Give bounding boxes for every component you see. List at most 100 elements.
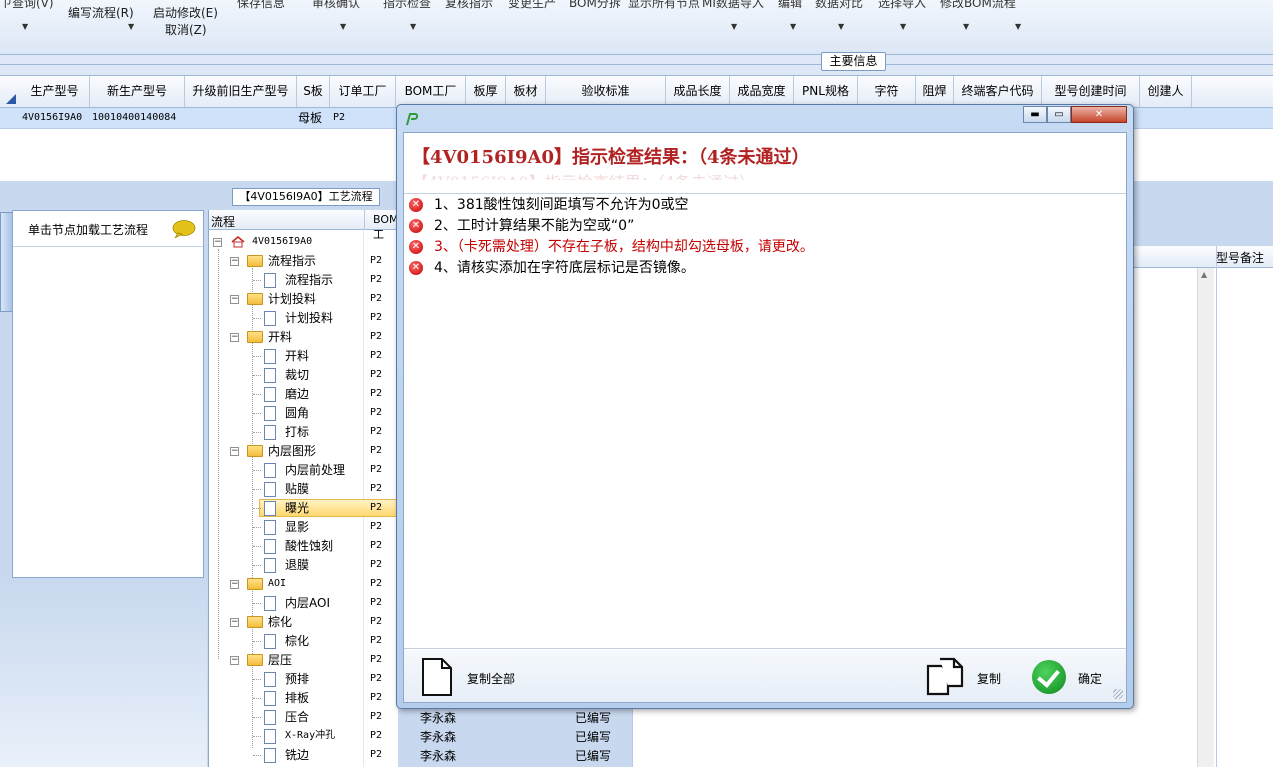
tree-node-label[interactable]: 开料 — [285, 347, 309, 365]
tree-node-label[interactable]: X-Ray冲孔 — [285, 727, 335, 745]
message-list[interactable]: ✕ 1、381酸性蚀刻间距填写不允许为0或空 ✕ 2、工时计算结果不能为空或“0… — [404, 193, 1126, 649]
error-icon: ✕ — [409, 219, 423, 233]
tree-connector — [253, 356, 261, 357]
tree-node-label[interactable]: 退膜 — [285, 556, 309, 574]
document-icon — [264, 311, 276, 326]
tree-node-label[interactable]: 棕化 — [268, 613, 292, 631]
col-header-created-time[interactable]: 型号创建时间 — [1042, 76, 1140, 107]
tree-node-label[interactable]: 贴膜 — [285, 480, 309, 498]
tree-node-label[interactable]: 酸性蚀刻 — [285, 537, 333, 555]
col-header-char[interactable]: 字符 — [858, 76, 916, 107]
window-controls: ▬ ▭ ✕ — [1023, 106, 1127, 123]
tree-node-label[interactable]: 曝光 — [285, 499, 309, 517]
tree-node-label[interactable]: 内层AOI — [285, 594, 330, 612]
confirm-button[interactable]: 确定 — [1078, 670, 1102, 687]
col-header-creator[interactable]: 创建人 — [1140, 76, 1192, 107]
tree-node-label[interactable]: 流程指示 — [285, 271, 333, 289]
document-icon — [264, 729, 276, 744]
tree-node-bom-value: P2 — [370, 673, 383, 684]
scroll-up-icon[interactable]: ▲ — [1201, 270, 1207, 279]
document-icon — [264, 710, 276, 725]
dialog-title-reflection: 【4V0156I9A0】指示检查结果：（4条未通过） — [412, 169, 755, 180]
col-header-s-board[interactable]: S板 — [297, 76, 330, 107]
tree-connector — [253, 470, 261, 471]
collapse-toggle[interactable]: − — [213, 238, 222, 247]
tree-node-label[interactable]: AOI — [268, 575, 286, 593]
speech-bubble-icon[interactable] — [172, 220, 196, 238]
tree-node-label[interactable]: 圆角 — [285, 404, 309, 422]
col-header-old-model[interactable]: 升级前旧生产型号 — [185, 76, 297, 107]
maximize-button[interactable]: ▭ — [1047, 106, 1071, 123]
resize-grip[interactable] — [1113, 689, 1123, 699]
col-header-model[interactable]: 生产型号 — [20, 76, 90, 107]
col-header-solder[interactable]: 阻焊 — [916, 76, 954, 107]
ribbon-start-edit-button[interactable]: 启动修改(E) — [153, 4, 218, 21]
ribbon-cancel-button[interactable]: 取消(Z) — [165, 21, 207, 38]
tree-node-label[interactable]: 计划投料 — [268, 290, 316, 308]
grid-corner[interactable] — [0, 76, 20, 107]
dropdown-arrow-icon[interactable]: ▼ — [410, 22, 416, 31]
close-button[interactable]: ✕ — [1071, 106, 1127, 123]
tree-connector — [253, 432, 261, 433]
tree-node-label[interactable]: 裁切 — [285, 366, 309, 384]
col-header-material[interactable]: 板材 — [506, 76, 546, 107]
tree-node-label[interactable]: 层压 — [268, 651, 292, 669]
confirm-check-icon[interactable] — [1032, 660, 1066, 694]
dropdown-arrow-icon[interactable]: ▼ — [900, 22, 906, 31]
tree-node-label[interactable]: 流程指示 — [268, 252, 316, 270]
tree-root[interactable]: 4V0156I9A0 — [252, 233, 312, 251]
collapse-toggle[interactable]: − — [230, 333, 239, 342]
col-header-order-factory[interactable]: 订单工厂 — [330, 76, 396, 107]
collapse-toggle[interactable]: − — [230, 447, 239, 456]
tree-connector — [253, 375, 261, 376]
dropdown-arrow-icon[interactable]: ▼ — [22, 22, 28, 31]
collapse-toggle[interactable]: − — [230, 618, 239, 627]
dropdown-arrow-icon[interactable]: ▼ — [838, 22, 844, 31]
tree-node-bom-value: P2 — [370, 521, 383, 532]
tree-node-label[interactable]: 排板 — [285, 689, 309, 707]
dropdown-arrow-icon[interactable]: ▼ — [128, 22, 134, 31]
tree-node-bom-value: P2 — [370, 350, 383, 361]
vertical-scrollbar[interactable]: ▲ — [1197, 268, 1214, 767]
tree-node-label[interactable]: 铣边 — [285, 746, 309, 764]
col-header-new-model[interactable]: 新生产型号 — [90, 76, 185, 107]
col-header-customer[interactable]: 终端客户代码 — [954, 76, 1042, 107]
dropdown-arrow-icon[interactable]: ▼ — [1015, 22, 1021, 31]
col-header-model-note[interactable]: 型号备注 — [1216, 249, 1264, 266]
dropdown-arrow-icon[interactable]: ▼ — [731, 22, 737, 31]
tree-node-label[interactable]: 显影 — [285, 518, 309, 536]
minimize-button[interactable]: ▬ — [1023, 106, 1047, 123]
tree-node-label[interactable]: 内层前处理 — [285, 461, 345, 479]
tree-node-label[interactable]: 计划投料 — [285, 309, 333, 327]
tree-connector — [253, 755, 261, 756]
tree-node-label[interactable]: 预排 — [285, 670, 309, 688]
col-header-width[interactable]: 成品宽度 — [730, 76, 794, 107]
collapse-toggle[interactable]: − — [230, 656, 239, 665]
tree-node-label[interactable]: 压合 — [285, 708, 309, 726]
ribbon-cut-text: 数据对比 — [815, 0, 864, 10]
ribbon-write-process-button[interactable]: 编写流程(R) — [68, 4, 134, 21]
tree-node-label[interactable]: 开料 — [268, 328, 292, 346]
collapse-toggle[interactable]: − — [230, 295, 239, 304]
col-header-length[interactable]: 成品长度 — [666, 76, 730, 107]
tree-node-label[interactable]: 打标 — [285, 423, 309, 441]
tree-header-process[interactable]: 流程 — [211, 213, 235, 230]
tree-node-label[interactable]: 磨边 — [285, 385, 309, 403]
col-header-pnl[interactable]: PNL规格 — [794, 76, 858, 107]
dropdown-arrow-icon[interactable]: ▼ — [340, 22, 346, 31]
document-icon[interactable] — [420, 657, 454, 697]
message-text: 2、工时计算结果不能为空或“0” — [434, 218, 635, 234]
copy-button[interactable]: 复制 — [977, 670, 1001, 687]
copy-all-button[interactable]: 复制全部 — [467, 670, 515, 687]
copy-icon[interactable] — [924, 656, 966, 698]
dropdown-arrow-icon[interactable]: ▼ — [963, 22, 969, 31]
dropdown-arrow-icon[interactable]: ▼ — [790, 22, 796, 31]
collapse-toggle[interactable]: − — [230, 580, 239, 589]
collapse-toggle[interactable]: − — [230, 257, 239, 266]
col-header-bom-factory[interactable]: BOM工厂 — [396, 76, 466, 107]
folder-icon — [247, 293, 263, 305]
tree-node-label[interactable]: 棕化 — [285, 632, 309, 650]
tree-node-label[interactable]: 内层图形 — [268, 442, 316, 460]
col-header-standard[interactable]: 验收标准 — [546, 76, 666, 107]
col-header-thickness[interactable]: 板厚 — [466, 76, 506, 107]
